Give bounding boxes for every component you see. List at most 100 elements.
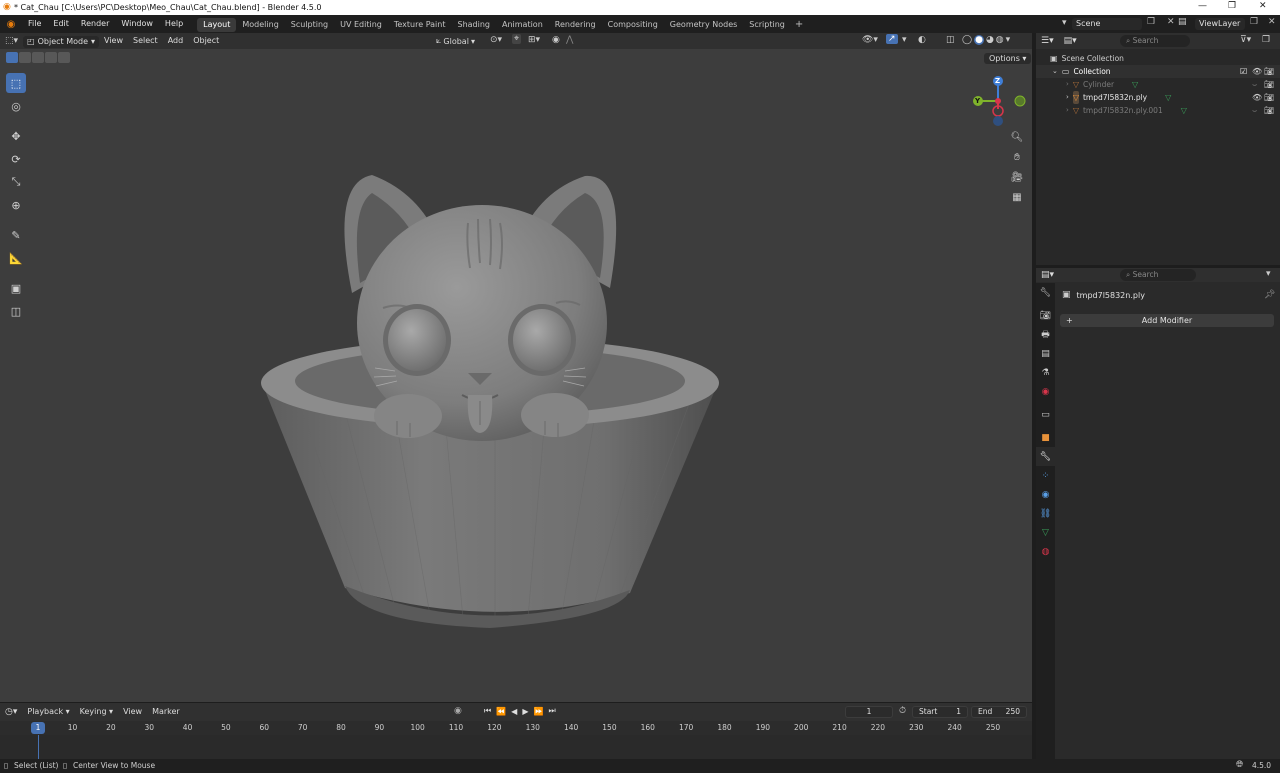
camera-icon[interactable]: 📷︎ bbox=[1264, 91, 1274, 104]
record-icon[interactable]: ◉ bbox=[454, 706, 462, 716]
pan-hand-icon[interactable]: ✋︎ bbox=[1009, 149, 1025, 165]
data-tab-icon[interactable]: ▽ bbox=[1036, 523, 1055, 542]
scale-tool-icon[interactable]: ⤡ bbox=[6, 172, 26, 192]
keying-menu[interactable]: Keying ▾ bbox=[75, 704, 118, 720]
maximize-button[interactable]: ❐ bbox=[1228, 1, 1236, 11]
menu-file[interactable]: File bbox=[22, 15, 47, 33]
minimize-button[interactable]: — bbox=[1198, 1, 1207, 11]
3d-viewport[interactable]: ⬚ ◎ ✥ ⟳ ⤡ ⊕ ✎ 📐 ▣ ◫ Options ▾ Z Y 🔍︎ ✋︎ … bbox=[0, 33, 1032, 702]
overlay-icon[interactable]: ◐ bbox=[918, 35, 926, 45]
tab-sculpting[interactable]: Sculpting bbox=[285, 18, 334, 32]
chevron-right-icon[interactable]: › bbox=[1066, 104, 1069, 117]
solid-shading-icon[interactable]: ● bbox=[974, 35, 984, 45]
options-dropdown[interactable]: Options ▾ bbox=[984, 53, 1032, 64]
select-invert-icon[interactable] bbox=[45, 52, 57, 63]
close-button[interactable]: ✕ bbox=[1259, 1, 1267, 11]
outliner-item-ply[interactable]: › ▽ tmpd7l5832n.ply ▽ 👁︎ 📷︎ bbox=[1036, 91, 1280, 104]
current-frame-field[interactable]: 1 bbox=[845, 706, 893, 718]
menu-window[interactable]: Window bbox=[115, 15, 159, 33]
display-mode-icon[interactable]: ▤▾ bbox=[1059, 33, 1082, 49]
proportional-falloff-icon[interactable]: ⋀ bbox=[566, 35, 573, 45]
constraints-tab-icon[interactable]: ⛓︎ bbox=[1036, 504, 1055, 523]
outliner-search-input[interactable]: ⌕ Search bbox=[1120, 35, 1190, 47]
scene-collection-row[interactable]: ▣ Scene Collection bbox=[1036, 52, 1280, 65]
tab-scripting[interactable]: Scripting bbox=[743, 18, 791, 32]
material-tab-icon[interactable]: ◍ bbox=[1036, 542, 1055, 561]
modifier-tab-icon[interactable]: 🔧︎ bbox=[1036, 447, 1055, 466]
snap-target-icon[interactable]: ⊞▾ bbox=[528, 35, 540, 45]
camera-icon[interactable]: 📷︎ bbox=[1264, 104, 1274, 117]
play-icon[interactable]: ▶ bbox=[522, 707, 528, 716]
shading-dropdown-icon[interactable]: ▾ bbox=[1006, 35, 1011, 45]
menu-add[interactable]: Add bbox=[163, 33, 189, 49]
tab-rendering[interactable]: Rendering bbox=[549, 18, 602, 32]
gizmo-toggle-icon[interactable]: ↗ bbox=[886, 34, 898, 44]
tab-geometry-nodes[interactable]: Geometry Nodes bbox=[664, 18, 743, 32]
object-tab-icon[interactable]: ■ bbox=[1036, 428, 1055, 447]
move-tool-icon[interactable]: ✥ bbox=[6, 126, 26, 146]
menu-render[interactable]: Render bbox=[75, 15, 115, 33]
new-collection-icon[interactable]: ❐ bbox=[1262, 35, 1270, 45]
tab-shading[interactable]: Shading bbox=[451, 18, 496, 32]
rendered-shading-icon[interactable]: ◍ bbox=[996, 35, 1004, 45]
menu-help[interactable]: Help bbox=[159, 15, 189, 33]
chevron-down-icon[interactable]: ⌄ bbox=[1052, 65, 1058, 78]
tool-tab-icon[interactable]: 🔧︎ bbox=[1036, 283, 1055, 302]
world-tab-icon[interactable]: ◉ bbox=[1036, 382, 1055, 401]
tab-texture-paint[interactable]: Texture Paint bbox=[388, 18, 452, 32]
menu-object[interactable]: Object bbox=[188, 33, 224, 49]
scene-tab-icon[interactable]: ⚗ bbox=[1036, 363, 1055, 382]
select-intersect-icon[interactable] bbox=[58, 52, 70, 63]
jump-end-icon[interactable]: ⏭ bbox=[548, 706, 555, 716]
jump-start-icon[interactable]: ⏮ bbox=[484, 706, 491, 716]
eye-icon[interactable]: 👁︎ bbox=[1252, 65, 1262, 78]
tab-uv-editing[interactable]: UV Editing bbox=[334, 18, 388, 32]
timeline-editor-icon[interactable]: ◷▾ bbox=[0, 704, 22, 720]
measure-tool-icon[interactable]: 📐 bbox=[6, 248, 26, 268]
annotate-tool-icon[interactable]: ✎ bbox=[6, 225, 26, 245]
next-keyframe-icon[interactable]: ⏩ bbox=[533, 707, 543, 716]
tab-compositing[interactable]: Compositing bbox=[602, 18, 664, 32]
add-modifier-button[interactable]: + Add Modifier bbox=[1060, 314, 1274, 327]
playback-menu[interactable]: Playback ▾ bbox=[22, 704, 74, 720]
properties-search-input[interactable]: ⌕ Search bbox=[1120, 269, 1196, 281]
remove-scene-icon[interactable]: ✕ bbox=[1167, 17, 1175, 27]
zoom-icon[interactable]: 🔍︎ bbox=[1009, 129, 1025, 145]
start-frame-field[interactable]: Start 1 bbox=[912, 706, 968, 718]
collection-row[interactable]: ⌄ ▭ Collection ☑ 👁︎ 📷︎ bbox=[1036, 65, 1280, 78]
eye-icon[interactable]: 👁︎ bbox=[1252, 91, 1262, 104]
timeline-ruler[interactable]: 1 10 20 30 40 50 60 70 80 90 100 110 120 130 140 150 160… bbox=[0, 721, 1032, 735]
eye-closed-icon[interactable]: ⌣ bbox=[1252, 78, 1257, 91]
editor-type-icon[interactable]: ⬚▾ bbox=[0, 33, 23, 49]
outliner-editor-icon[interactable]: ☰▾ bbox=[1036, 33, 1059, 49]
view-layer-name[interactable]: ViewLayer bbox=[1195, 18, 1245, 30]
play-reverse-icon[interactable]: ◀ bbox=[511, 707, 517, 716]
view-layer-tab-icon[interactable]: ▤ bbox=[1036, 344, 1055, 363]
scene-name[interactable]: Scene bbox=[1072, 18, 1142, 30]
wireframe-shading-icon[interactable]: ◯ bbox=[962, 35, 972, 45]
view-layer-icon[interactable]: ▤ bbox=[1178, 17, 1187, 27]
camera-view-icon[interactable]: 🎥︎ bbox=[1009, 169, 1025, 185]
end-frame-field[interactable]: End 250 bbox=[971, 706, 1027, 718]
scene-selector[interactable]: Scene bbox=[1072, 18, 1142, 30]
object-mode-dropdown[interactable]: ◰ Object Mode ▾ bbox=[23, 36, 100, 48]
render-tab-icon[interactable]: 📷︎ bbox=[1036, 306, 1055, 325]
tab-animation[interactable]: Animation bbox=[496, 18, 549, 32]
select-subtract-icon[interactable] bbox=[32, 52, 44, 63]
exclude-checkbox[interactable]: ☑ bbox=[1240, 65, 1247, 78]
select-extend-icon[interactable] bbox=[19, 52, 31, 63]
perspective-grid-icon[interactable]: ▦ bbox=[1009, 189, 1025, 205]
scene-icon[interactable]: ▾ bbox=[1062, 18, 1067, 28]
pin-icon[interactable]: 📌︎ bbox=[1264, 290, 1275, 300]
menu-select[interactable]: Select bbox=[128, 33, 163, 49]
output-tab-icon[interactable]: 🖶 bbox=[1036, 325, 1055, 344]
clock-icon[interactable]: ⏱ bbox=[899, 706, 906, 716]
tab-layout[interactable]: Layout bbox=[197, 18, 237, 32]
camera-icon[interactable]: 📷︎ bbox=[1264, 65, 1274, 78]
menu-view[interactable]: View bbox=[99, 33, 128, 49]
add-workspace-icon[interactable]: + bbox=[791, 19, 807, 30]
cursor-tool-icon[interactable]: ◎ bbox=[6, 96, 26, 116]
select-box-tool-icon[interactable]: ⬚ bbox=[6, 73, 26, 93]
xray-icon[interactable]: ◫ bbox=[946, 35, 955, 45]
transform-tool-icon[interactable]: ⊕ bbox=[6, 195, 26, 215]
